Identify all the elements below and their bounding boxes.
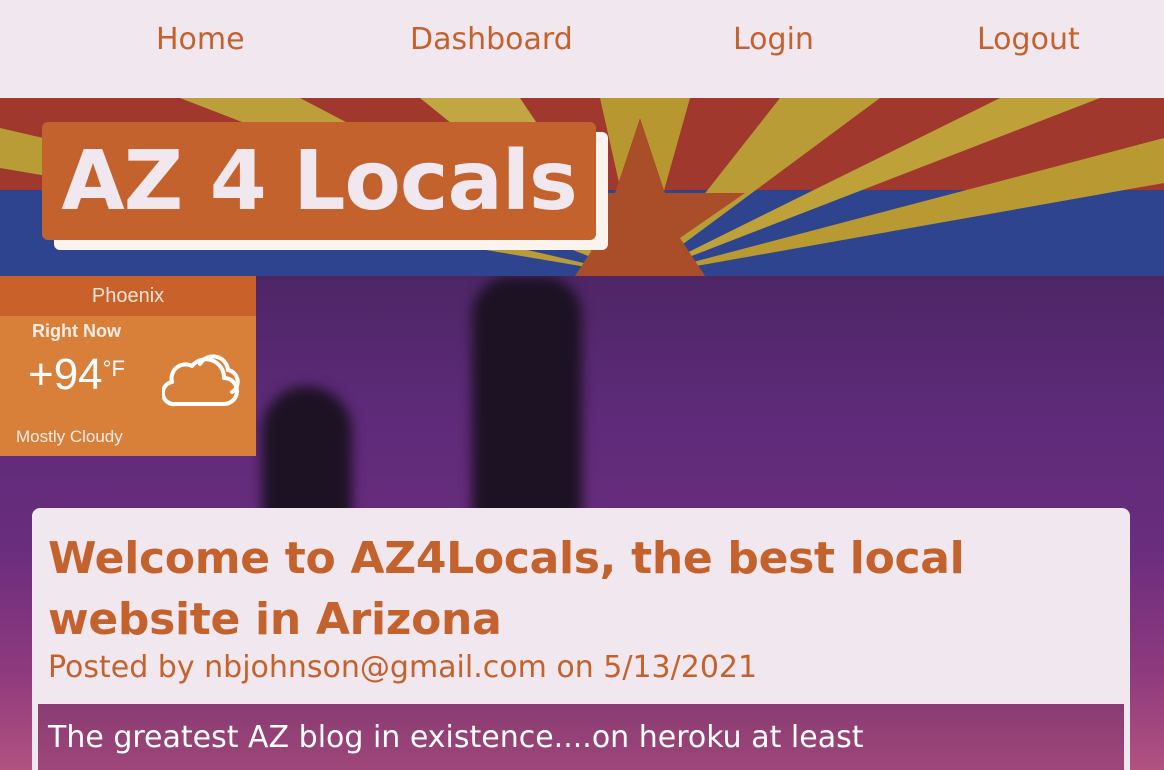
post-title[interactable]: Welcome to AZ4Locals, the best local web… xyxy=(48,528,1118,650)
top-nav: Home Dashboard Login Logout xyxy=(0,0,1164,98)
post-body-text: The greatest AZ blog in existence....on … xyxy=(48,720,864,755)
cloud-icon xyxy=(162,354,240,407)
weather-temperature: +94°F xyxy=(28,350,125,400)
weather-city: Phoenix xyxy=(0,276,256,316)
weather-condition: Mostly Cloudy xyxy=(16,427,123,446)
nav-dashboard-link[interactable]: Dashboard xyxy=(410,22,573,57)
post-card: Welcome to AZ4Locals, the best local web… xyxy=(32,508,1130,770)
post-meta: Posted by nbjohnson@gmail.com on 5/13/20… xyxy=(48,650,758,685)
weather-widget[interactable]: Phoenix Right Now +94°F Mostly Cloudy xyxy=(0,276,256,456)
nav-logout-link[interactable]: Logout xyxy=(977,22,1080,57)
temperature-unit: °F xyxy=(102,356,125,381)
site-logo[interactable]: AZ 4 Locals xyxy=(42,122,596,240)
post-body: The greatest AZ blog in existence....on … xyxy=(38,704,1124,770)
nav-home-link[interactable]: Home xyxy=(156,22,245,57)
site-title: AZ 4 Locals xyxy=(61,133,578,229)
weather-period: Right Now xyxy=(32,321,121,341)
temperature-value: +94 xyxy=(28,350,103,399)
nav-login-link[interactable]: Login xyxy=(733,22,814,57)
